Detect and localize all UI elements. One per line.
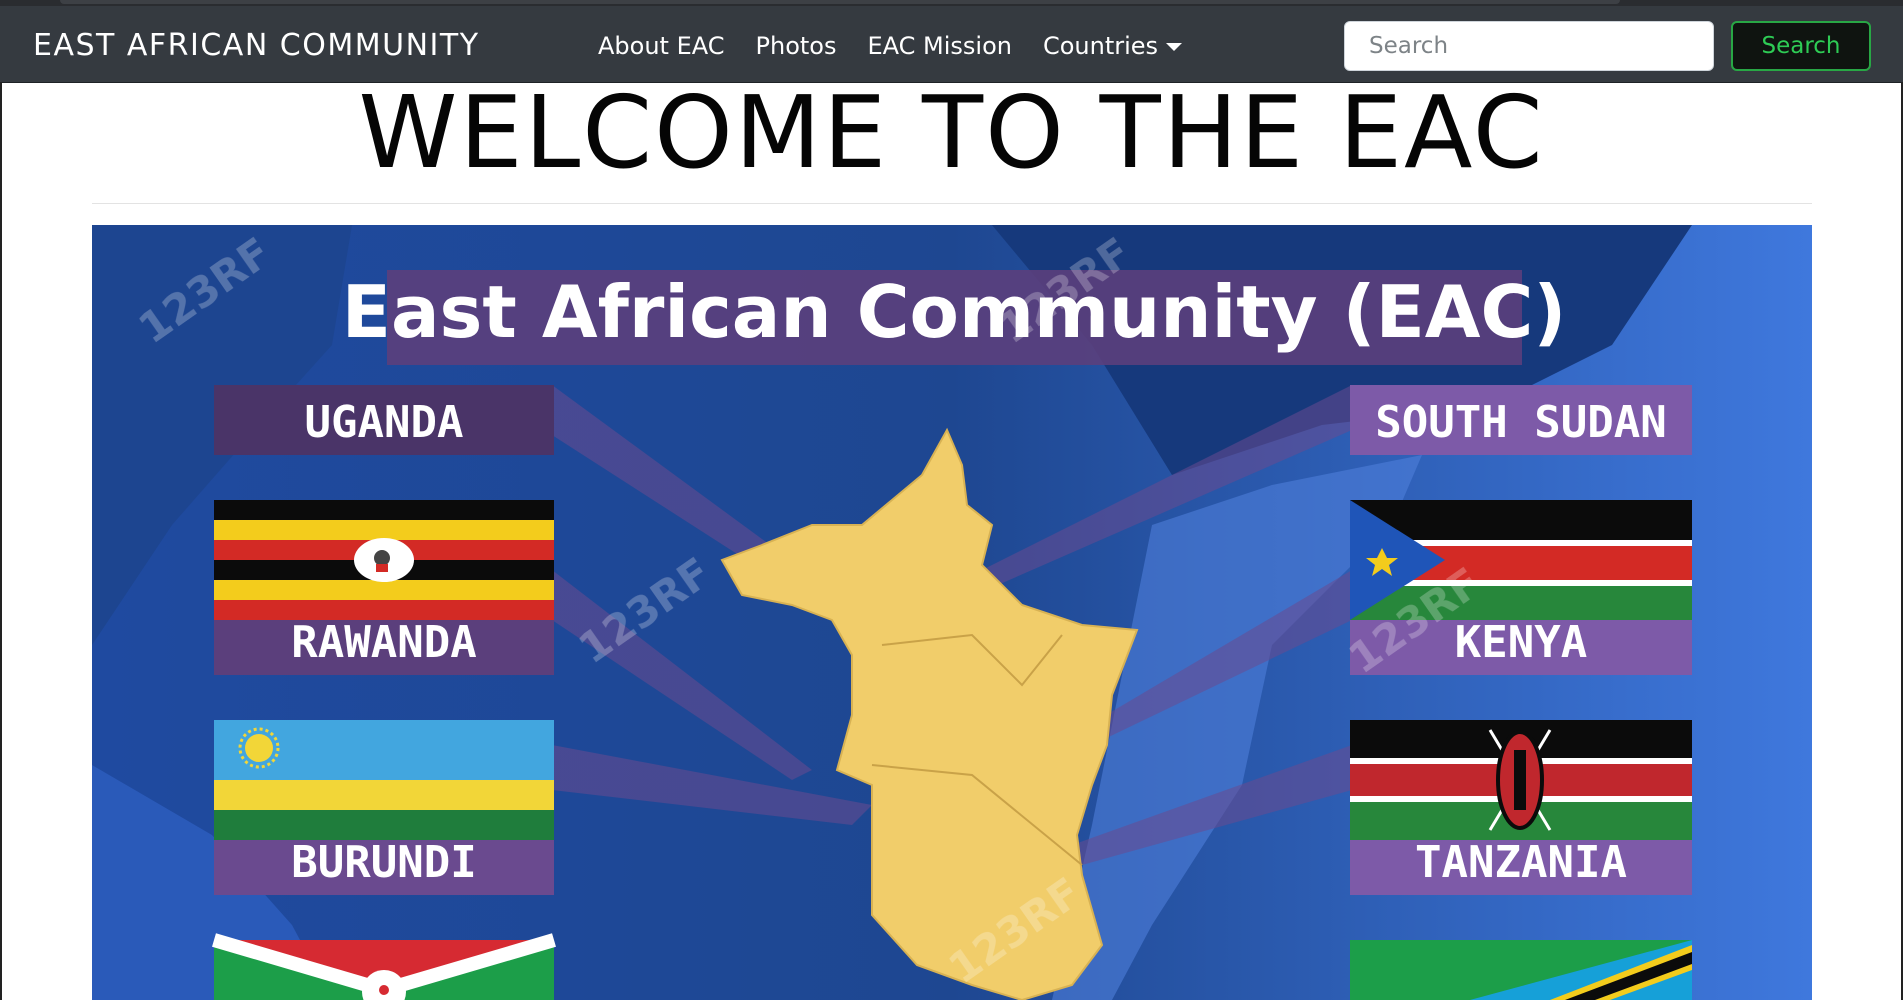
tanzania-flag xyxy=(1350,940,1692,1000)
rwanda-flag xyxy=(214,720,554,840)
window-edge-left xyxy=(0,82,2,1000)
countries-dropdown-label: Countries xyxy=(1042,32,1159,60)
label-uganda: UGANDA xyxy=(305,397,464,448)
page-title: WELCOME TO THE EAC xyxy=(358,74,1545,191)
banner-title: East African Community (EAC) xyxy=(342,270,1566,354)
nav-links: About EAC Photos EAC Mission Countries xyxy=(598,32,1213,60)
burundi-flag xyxy=(212,933,556,1000)
caret-down-icon xyxy=(1166,43,1183,51)
eac-banner-image: East African Community (EAC) UGANDA RAWA… xyxy=(92,225,1812,1000)
kenya-flag xyxy=(1350,720,1692,840)
label-burundi: BURUNDI xyxy=(291,837,476,888)
label-rwanda: RAWANDA xyxy=(291,617,476,668)
uganda-flag xyxy=(214,500,554,620)
brand-link[interactable]: EAST AFRICAN COMMUNITY xyxy=(33,28,480,63)
label-tanzania: TANZANIA xyxy=(1415,837,1627,888)
nav-link-mission[interactable]: EAC Mission xyxy=(867,32,1012,60)
nav-link-photos[interactable]: Photos xyxy=(756,32,837,60)
label-kenya: KENYA xyxy=(1455,617,1587,668)
search-button[interactable]: Search xyxy=(1731,21,1871,71)
nav-link-about[interactable]: About EAC xyxy=(598,32,725,60)
countries-dropdown[interactable]: Countries xyxy=(1042,32,1183,60)
eac-map-graphic: East African Community (EAC) UGANDA RAWA… xyxy=(92,225,1812,1000)
heading-divider xyxy=(92,203,1812,204)
label-south-sudan: SOUTH SUDAN xyxy=(1375,397,1666,448)
navbar: EAST AFRICAN COMMUNITY About EAC Photos … xyxy=(0,6,1903,83)
search-input[interactable] xyxy=(1344,21,1714,71)
window-top-bar xyxy=(60,0,1620,4)
